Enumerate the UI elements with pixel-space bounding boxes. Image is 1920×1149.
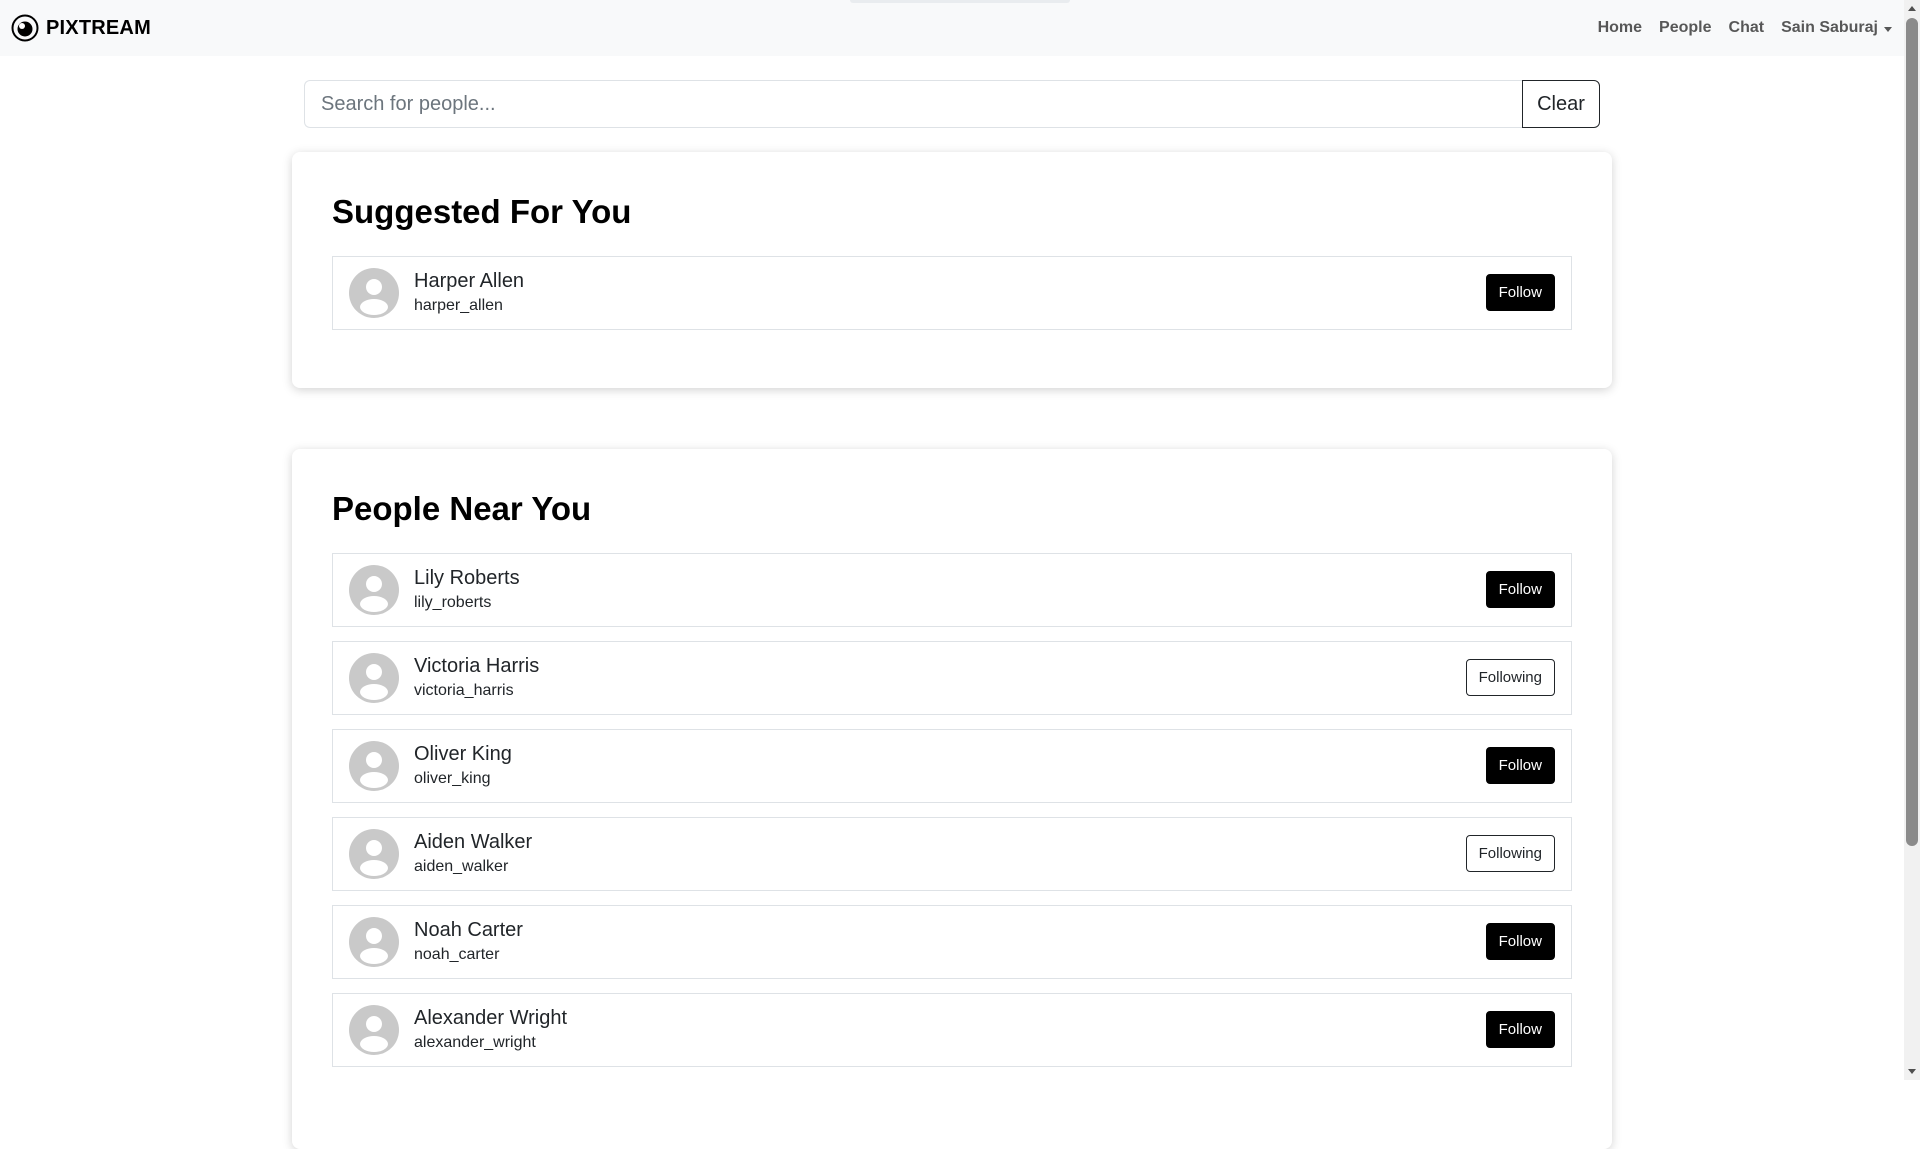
user-icon xyxy=(360,927,388,964)
nav-link-home[interactable]: Home xyxy=(1598,19,1642,37)
nav-links: Home People Chat Sain Saburaj xyxy=(1598,19,1892,37)
person-handle: oliver_king xyxy=(414,769,491,787)
suggested-title: Suggested For You xyxy=(332,193,632,230)
search-input[interactable] xyxy=(304,80,1522,128)
user-menu-dropdown[interactable]: Sain Saburaj xyxy=(1781,19,1892,37)
list-item: Victoria Harris victoria_harris Followin… xyxy=(332,640,1572,715)
user-icon xyxy=(360,751,388,788)
follow-button[interactable]: Follow xyxy=(1485,274,1555,312)
person-handle: victoria_harris xyxy=(414,681,514,699)
nav-link-people[interactable]: People xyxy=(1659,19,1711,37)
user-icon xyxy=(360,278,388,315)
list-item: Harper Allen harper_allen Follow xyxy=(332,255,1572,330)
avatar xyxy=(349,740,399,791)
scrollbar-thumb[interactable] xyxy=(1906,18,1918,846)
user-menu-label: Sain Saburaj xyxy=(1781,19,1878,36)
search-group: Clear xyxy=(304,80,1600,128)
following-button[interactable]: Following xyxy=(1465,659,1555,697)
person-name[interactable]: Lily Roberts xyxy=(414,565,520,591)
user-icon xyxy=(360,839,388,876)
person-name[interactable]: Victoria Harris xyxy=(414,653,539,679)
person-handle: alexander_wright xyxy=(414,1033,536,1051)
follow-button[interactable]: Follow xyxy=(1485,923,1555,961)
person-handle: aiden_walker xyxy=(414,857,509,875)
avatar xyxy=(349,564,399,615)
top-navbar: PIXTREAM Home People Chat Sain Saburaj xyxy=(0,0,1904,56)
user-icon xyxy=(360,663,388,700)
person-handle: harper_allen xyxy=(414,296,503,314)
follow-button[interactable]: Follow xyxy=(1485,747,1555,785)
brand[interactable]: PIXTREAM xyxy=(10,13,151,43)
list-item: Noah Carter noah_carter Follow xyxy=(332,904,1572,979)
person-handle: noah_carter xyxy=(414,945,500,963)
scroll-up-arrow-icon[interactable] xyxy=(1908,6,1916,11)
caret-down-icon xyxy=(1884,26,1892,32)
list-item: Aiden Walker aiden_walker Following xyxy=(332,816,1572,891)
person-name[interactable]: Noah Carter xyxy=(414,917,523,943)
person-name[interactable]: Harper Allen xyxy=(414,268,524,294)
person-name[interactable]: Oliver King xyxy=(414,741,512,767)
page-scrollbar[interactable] xyxy=(1904,0,1920,1080)
person-handle: lily_roberts xyxy=(414,593,492,611)
brand-name: PIXTREAM xyxy=(46,16,151,39)
follow-button[interactable]: Follow xyxy=(1485,571,1555,609)
people-near-title: People Near You xyxy=(332,490,592,527)
eye-icon xyxy=(10,13,40,43)
avatar xyxy=(349,267,399,318)
top-edge-tab xyxy=(850,0,1070,3)
user-icon xyxy=(360,575,388,612)
avatar xyxy=(349,652,399,703)
clear-button[interactable]: Clear xyxy=(1522,80,1600,128)
list-item: Oliver King oliver_king Follow xyxy=(332,728,1572,803)
people-near-card: People Near You Lily Roberts lily_robert… xyxy=(292,449,1612,1149)
following-button[interactable]: Following xyxy=(1465,835,1555,873)
scroll-down-arrow-icon[interactable] xyxy=(1908,1069,1916,1074)
follow-button[interactable]: Follow xyxy=(1485,1011,1555,1049)
avatar xyxy=(349,916,399,967)
list-item: Alexander Wright alexander_wright Follow xyxy=(332,992,1572,1067)
person-name[interactable]: Aiden Walker xyxy=(414,829,532,855)
person-name[interactable]: Alexander Wright xyxy=(414,1005,567,1031)
suggested-card: Suggested For You Harper Allen harper_al… xyxy=(292,152,1612,388)
avatar xyxy=(349,828,399,879)
avatar xyxy=(349,1004,399,1055)
list-item: Lily Roberts lily_roberts Follow xyxy=(332,552,1572,627)
user-icon xyxy=(360,1015,388,1052)
nav-link-chat[interactable]: Chat xyxy=(1729,19,1765,37)
